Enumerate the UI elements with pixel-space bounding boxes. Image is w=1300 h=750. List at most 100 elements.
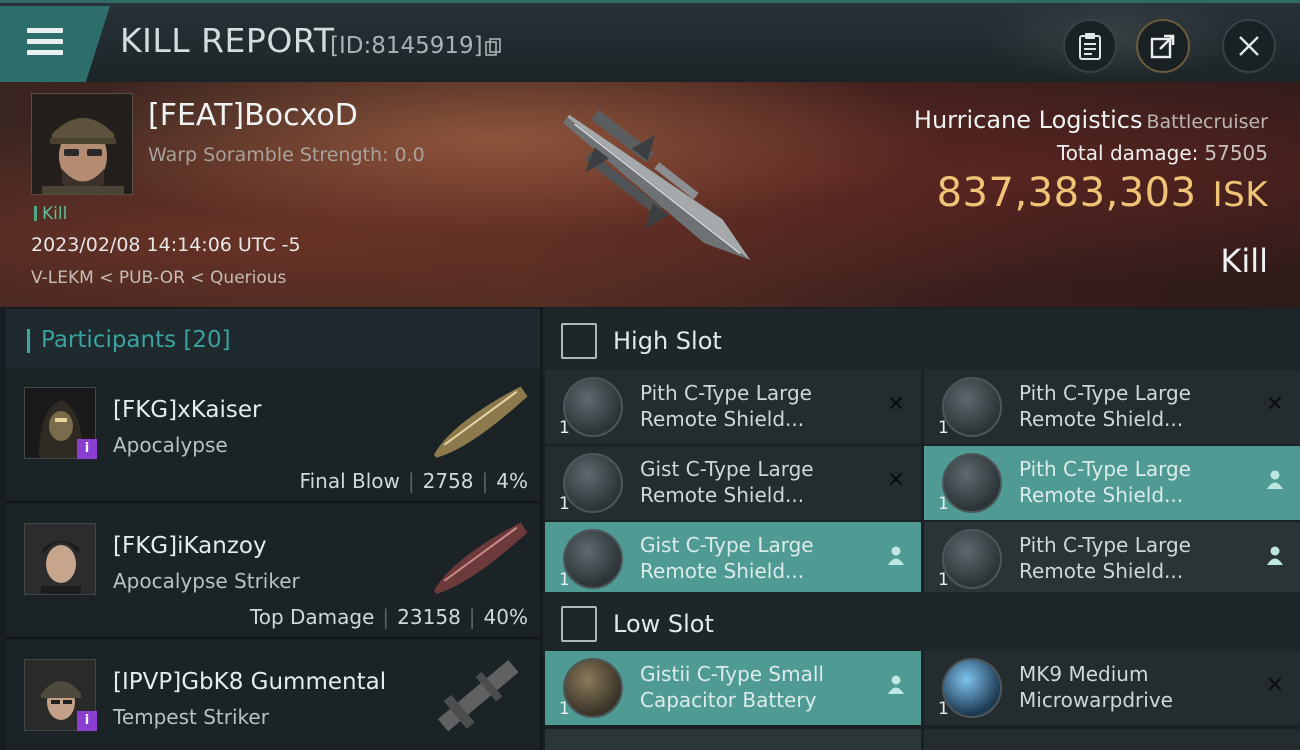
victim-portrait[interactable]	[31, 93, 133, 195]
participant-percent: 40%	[483, 605, 528, 629]
participant-ship: Tempest Striker	[113, 705, 269, 729]
total-damage-label: Total damage:	[1056, 141, 1199, 165]
module-item[interactable]: 1 Gist C-Type Large Remote Shield...	[545, 522, 921, 596]
module-qty: 1	[938, 494, 949, 514]
module-item[interactable]: 1 Pith C-Type Large Remote Shield...	[924, 446, 1300, 520]
page-title: KILL REPORT	[120, 21, 335, 60]
module-name: Pith C-Type Large Remote Shield...	[1019, 532, 1269, 584]
module-item[interactable]: 1 Gist C-Type Large Remote Shield... ✕	[545, 446, 921, 520]
module-item[interactable]: 1 Gistii C-Type Small Capacitor Battery	[545, 651, 921, 725]
isk-amount: 837,383,303	[936, 170, 1197, 216]
participant-row[interactable]: [FKG]iKanzoy Apocalypse Striker Top Dama…	[6, 505, 540, 639]
participant-stats: Top Damage | 23158 | 40%	[249, 605, 528, 629]
participant-ship: Apocalypse Striker	[113, 569, 300, 593]
participant-ship-image	[433, 522, 528, 594]
result-label: Kill	[1220, 242, 1268, 280]
isk-unit: ISK	[1212, 175, 1268, 215]
participant-damage: 2758	[422, 469, 474, 493]
module-name: Pith C-Type Large Remote Shield...	[1019, 380, 1269, 432]
hamburger-icon	[27, 28, 63, 61]
module-qty: 1	[559, 699, 570, 719]
participant-ship: Apocalypse	[113, 433, 228, 457]
kill-location[interactable]: V-LEKM < PUB-OR < Querious	[31, 268, 286, 288]
dropped-person-icon	[885, 546, 907, 568]
module-name-line2: Remote Shield...	[640, 559, 805, 583]
capacitor-battery-icon	[563, 658, 623, 718]
report-id: [ID:8145919]	[330, 33, 483, 59]
module-name-line2: Remote Shield...	[640, 483, 805, 507]
module-item[interactable]: 1 MK9 Medium Microwarpdrive ✕	[924, 651, 1300, 725]
module-name: Pith C-Type Large Remote Shield...	[1019, 456, 1269, 508]
shield-booster-icon	[563, 529, 623, 589]
module-name-line1: Pith C-Type Large	[1019, 457, 1191, 481]
participant-name: [FKG]xKaiser	[113, 397, 262, 423]
victim-ship-name[interactable]: Hurricane Logistics Battlecruiser	[914, 106, 1268, 134]
module-item[interactable]: 1 Pith C-Type Large Remote Shield... ✕	[924, 370, 1300, 444]
module-name-line2: Remote Shield...	[640, 407, 805, 431]
victim-name[interactable]: [FEAT]BocxoD	[148, 98, 358, 133]
shield-booster-icon	[563, 453, 623, 513]
module-qty: 1	[559, 418, 570, 438]
isk-value: 837,383,303 ISK	[937, 170, 1268, 216]
participant-row[interactable]: i [FKG]xKaiser Apocalypse Final Blow | 275…	[6, 369, 540, 503]
total-damage-value: 57505	[1204, 141, 1268, 165]
module-name: Gist C-Type Large Remote Shield...	[640, 456, 890, 508]
close-icon	[1239, 36, 1259, 56]
destroyed-icon: ✕	[886, 468, 906, 493]
shield-booster-icon	[942, 453, 1002, 513]
participant-ship-image	[433, 386, 528, 458]
participant-stats: Final Blow | 2758 | 4%	[299, 469, 528, 493]
module-name-line2: Microwarpdrive	[1019, 688, 1173, 712]
module-name-line1: Gist C-Type Large	[640, 457, 814, 481]
participants-header: Participants [20]	[6, 309, 540, 369]
low-slot-title: Low Slot	[613, 610, 714, 638]
warp-scramble-strength: Warp Soramble Strength: 0.0	[148, 144, 425, 166]
participants-panel: Participants [20] i [FKG]xKaiser Apocaly…	[0, 307, 540, 750]
module-item[interactable]: 1 Pith C-Type Large Remote Shield... ✕	[545, 370, 921, 444]
module-name: Gist C-Type Large Remote Shield...	[640, 532, 890, 584]
header-accent	[27, 329, 30, 353]
module-name-line1: Pith C-Type Large	[1019, 381, 1191, 405]
module-name-line2: Remote Shield...	[1019, 407, 1184, 431]
low-slot-icon	[561, 606, 597, 642]
module-qty: 1	[938, 699, 949, 719]
participant-role: Top Damage	[249, 605, 375, 629]
module-name: Pith C-Type Large Remote Shield...	[640, 380, 890, 432]
module-qty: 1	[559, 494, 570, 514]
share-icon	[1150, 34, 1175, 59]
clipboard-icon	[1079, 33, 1101, 60]
module-name-line1: MK9 Medium	[1019, 662, 1149, 686]
participant-name: [IPVP]GbK8 Gummental	[113, 669, 387, 695]
ship-name-text: Hurricane Logistics	[913, 106, 1143, 134]
close-button[interactable]	[1222, 19, 1276, 73]
module-name-line2: Remote Shield...	[1019, 483, 1184, 507]
module-qty: 1	[938, 570, 949, 590]
share-button[interactable]	[1136, 19, 1190, 73]
module-name-line1: Gistii C-Type Small	[640, 662, 824, 686]
module-item[interactable]: 1 Pith C-Type Large Remote Shield...	[924, 522, 1300, 596]
info-badge-icon: i	[77, 711, 97, 731]
kill-tag: Kill	[34, 204, 67, 224]
participants-count: [20]	[183, 327, 231, 353]
victim-panel: [FEAT]BocxoD Warp Soramble Strength: 0.0…	[0, 82, 1300, 307]
module-qty: 1	[559, 570, 570, 590]
menu-button[interactable]	[0, 6, 110, 82]
dropped-person-icon	[1264, 546, 1286, 568]
participant-percent: 4%	[496, 469, 528, 493]
kill-datetime: 2023/02/08 14:14:06 UTC -5	[31, 234, 301, 256]
copy-icon[interactable]	[485, 38, 501, 56]
fittings-panel: High Slot 1 Pith C-Type Large Remote Shie…	[543, 307, 1300, 750]
module-name-line2: Remote Shield...	[1019, 559, 1184, 583]
participant-role: Final Blow	[299, 469, 400, 493]
module-qty: 1	[938, 418, 949, 438]
module-name-line1: Pith C-Type Large	[640, 381, 812, 405]
module-item-partial[interactable]	[545, 729, 921, 750]
module-name-line1: Pith C-Type Large	[1019, 533, 1191, 557]
dropped-person-icon	[885, 675, 907, 697]
shield-booster-icon	[563, 377, 623, 437]
module-item-partial[interactable]	[924, 729, 1300, 750]
high-slot-icon	[561, 323, 597, 359]
clipboard-button[interactable]	[1063, 19, 1117, 73]
module-name-line2: Capacitor Battery	[640, 688, 817, 712]
participant-row[interactable]: i [IPVP]GbK8 Gummental Tempest Striker	[6, 641, 540, 750]
